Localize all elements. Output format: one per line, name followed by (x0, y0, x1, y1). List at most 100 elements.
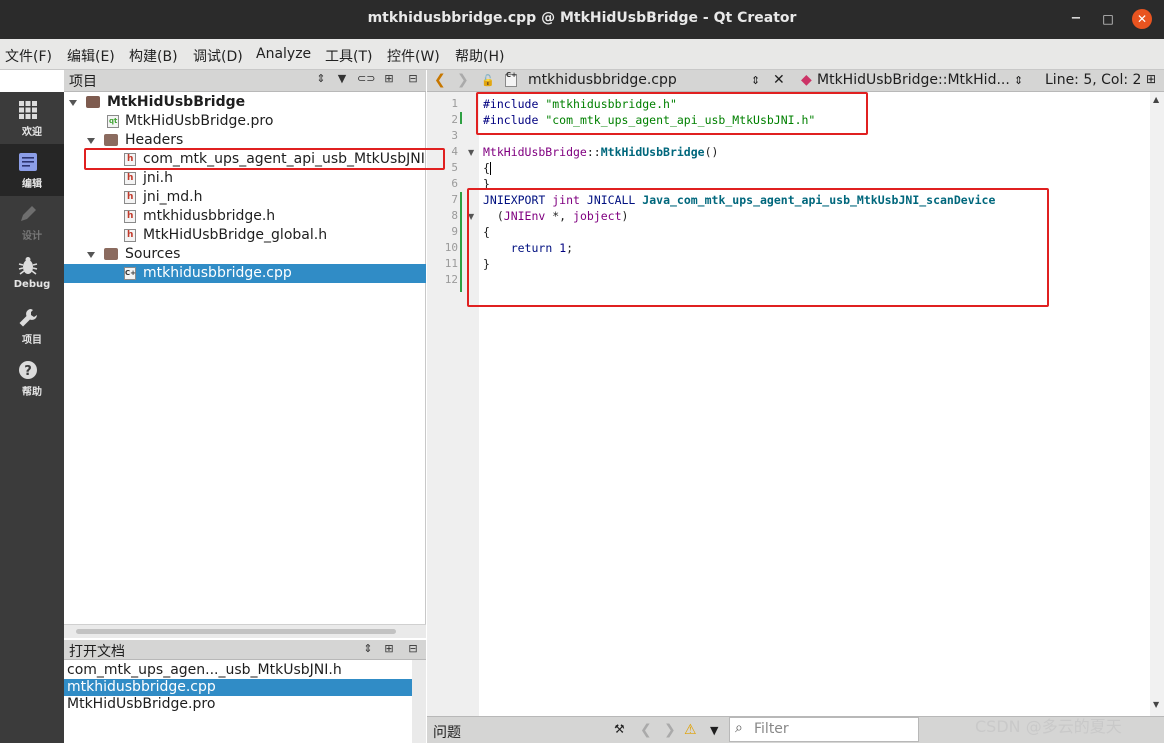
lock-icon: 🔓 (481, 74, 495, 87)
editor-file-name[interactable]: mtkhidusbbridge.cpp (528, 72, 677, 88)
line-number: 3 (451, 129, 458, 142)
fold-marker-icon[interactable]: ▼ (468, 148, 474, 157)
symbol-dropdown-icon[interactable]: ⇕ (1014, 74, 1023, 87)
close-file-icon[interactable]: ✕ (773, 72, 785, 88)
line-number: 6 (451, 177, 458, 190)
project-pane-header: 项目 ⇕ ▼ ⊂⊃ ⊞ ⊟ (64, 70, 426, 92)
mode-debug[interactable]: Debug (0, 248, 64, 300)
line-number: 1 (451, 97, 458, 110)
watermark: CSDN @多云的夏天 (975, 717, 1122, 736)
code-editor[interactable]: #include "mtkhidusbbridge.h" #include "c… (479, 92, 1150, 716)
svg-text:?: ? (24, 364, 32, 379)
help-icon: ? (19, 361, 37, 379)
editor-vertical-scrollbar[interactable]: ▲ ▼ (1150, 92, 1164, 716)
tree-item-header-jni-md[interactable]: jni_md.h (64, 188, 426, 207)
line-number: 10 (444, 241, 458, 254)
symbol-selector[interactable]: MtkHidUsbBridge::MtkHid... (817, 72, 1010, 88)
tree-horizontal-scrollbar[interactable] (64, 624, 426, 638)
open-docs-title: 打开文档 (69, 644, 125, 660)
issues-tab[interactable]: 问题 (433, 722, 461, 742)
editor-toolbar: ❮ ❯ 🔓 mtkhidusbbridge.cpp ⇕ ✕ ◆ MtkHidUs… (427, 70, 1164, 92)
menu-analyze[interactable]: Analyze (256, 46, 311, 62)
filter-icon[interactable]: ▼ (335, 72, 349, 86)
line-number: 9 (451, 225, 458, 238)
tree-item-source-cpp[interactable]: mtkhidusbbridge.cpp (64, 264, 426, 283)
line-number: 8 (451, 209, 458, 222)
close-pane-icon[interactable]: ⊟ (406, 642, 420, 656)
tree-item-pro[interactable]: MtkHidUsbBridge.pro (64, 112, 426, 131)
project-tree: MtkHidUsbBridge MtkHidUsbBridge.pro Head… (64, 92, 426, 624)
menu-debug[interactable]: 调试(D) (193, 46, 243, 66)
menu-tools[interactable]: 工具(T) (325, 46, 372, 66)
bug-icon (18, 257, 38, 275)
next-issue-icon[interactable]: ❯ (664, 722, 676, 738)
line-number: 11 (444, 257, 458, 270)
line-number: 2 (451, 113, 458, 126)
file-dropdown-icon[interactable]: ⇕ (751, 74, 760, 87)
updown-icon[interactable]: ⇕ (314, 72, 328, 86)
tree-item-header-jni[interactable]: jni.h (64, 169, 426, 188)
header-file-icon (124, 226, 136, 245)
code-line-5: { (483, 161, 491, 175)
open-documents-list: com_mtk_ups_agen..._usb_MtkUsbJNI.h mtkh… (64, 660, 426, 743)
annotation-box-includes (476, 92, 868, 135)
line-number-gutter: 1 2 3 4 5 6 7 8 9 10 11 12 ▼ ▼ (427, 92, 479, 716)
cursor-position: Line: 5, Col: 2 (1045, 72, 1142, 88)
tree-item-header-global[interactable]: MtkHidUsbBridge_global.h (64, 226, 426, 245)
symbol-icon: ◆ (801, 72, 812, 88)
open-doc-item[interactable]: com_mtk_ups_agen..._usb_MtkUsbJNI.h (64, 662, 412, 679)
split-icon[interactable]: ⊞ (382, 642, 396, 656)
mode-design[interactable]: 设计 (0, 196, 64, 248)
close-pane-icon[interactable]: ⊟ (406, 72, 420, 86)
cpp-file-icon (505, 71, 517, 87)
maximize-button[interactable]: □ (1098, 9, 1118, 29)
close-button[interactable]: ✕ (1132, 9, 1152, 29)
prev-issue-icon[interactable]: ❮ (640, 722, 652, 738)
tree-item-header-bridge[interactable]: mtkhidusbbridge.h (64, 207, 426, 226)
split-icon[interactable]: ⊞ (382, 72, 396, 86)
line-number: 7 (451, 193, 458, 206)
window-title: mtkhidusbbridge.cpp @ MtkHidUsbBridge - … (367, 10, 797, 26)
mode-label: 编辑 (22, 179, 42, 190)
header-file-icon (124, 207, 136, 226)
annotation-box-jni-function (467, 188, 1049, 307)
open-doc-item[interactable]: MtkHidUsbBridge.pro (64, 696, 412, 713)
build-icon[interactable]: ⚒ (614, 722, 625, 736)
scroll-thumb[interactable] (76, 629, 396, 634)
menu-file[interactable]: 文件(F) (5, 46, 52, 66)
forward-icon[interactable]: ❯ (457, 72, 469, 88)
open-docs-scrollbar[interactable] (412, 660, 426, 743)
mode-label: Debug (13, 279, 51, 290)
edit-icon (19, 153, 37, 171)
menu-bar: 文件(F) 编辑(E) 构建(B) 调试(D) Analyze 工具(T) 控件… (0, 39, 1164, 70)
menu-edit[interactable]: 编辑(E) (67, 46, 115, 66)
mode-help[interactable]: ? 帮助 (0, 352, 64, 404)
back-icon[interactable]: ❮ (434, 72, 446, 88)
scroll-up-icon[interactable]: ▲ (1153, 95, 1159, 104)
project-icon (86, 96, 100, 108)
link-icon[interactable]: ⊂⊃ (357, 72, 375, 86)
updown-icon[interactable]: ⇕ (361, 642, 375, 656)
mode-label: 欢迎 (22, 127, 42, 138)
split-editor-icon[interactable]: ⊞ (1146, 72, 1156, 86)
cpp-file-icon (124, 264, 136, 283)
mode-projects[interactable]: 项目 (0, 300, 64, 352)
minimize-button[interactable]: − (1066, 9, 1086, 29)
menu-build[interactable]: 构建(B) (129, 46, 178, 66)
menu-help[interactable]: 帮助(H) (455, 46, 504, 66)
filter-icon[interactable]: ▼ (710, 724, 718, 737)
open-doc-item[interactable]: mtkhidusbbridge.cpp (64, 679, 412, 696)
grid-icon (19, 101, 37, 119)
menu-controls[interactable]: 控件(W) (387, 46, 440, 66)
search-icon: ⌕ (735, 720, 743, 736)
warning-icon[interactable]: ⚠ (684, 722, 697, 738)
mode-bar: 欢迎 编辑 设计 Debug 项目 ? 帮助 (0, 92, 64, 743)
issues-filter-input[interactable]: ⌕ Filter (729, 717, 919, 742)
title-bar: mtkhidusbbridge.cpp @ MtkHidUsbBridge - … (0, 0, 1164, 39)
tree-item-project[interactable]: MtkHidUsbBridge (64, 93, 426, 112)
scroll-down-icon[interactable]: ▼ (1153, 700, 1159, 709)
pencil-icon (21, 206, 36, 221)
mode-welcome[interactable]: 欢迎 (0, 92, 64, 144)
mode-edit[interactable]: 编辑 (0, 144, 64, 196)
tree-item-sources[interactable]: Sources (64, 245, 426, 264)
